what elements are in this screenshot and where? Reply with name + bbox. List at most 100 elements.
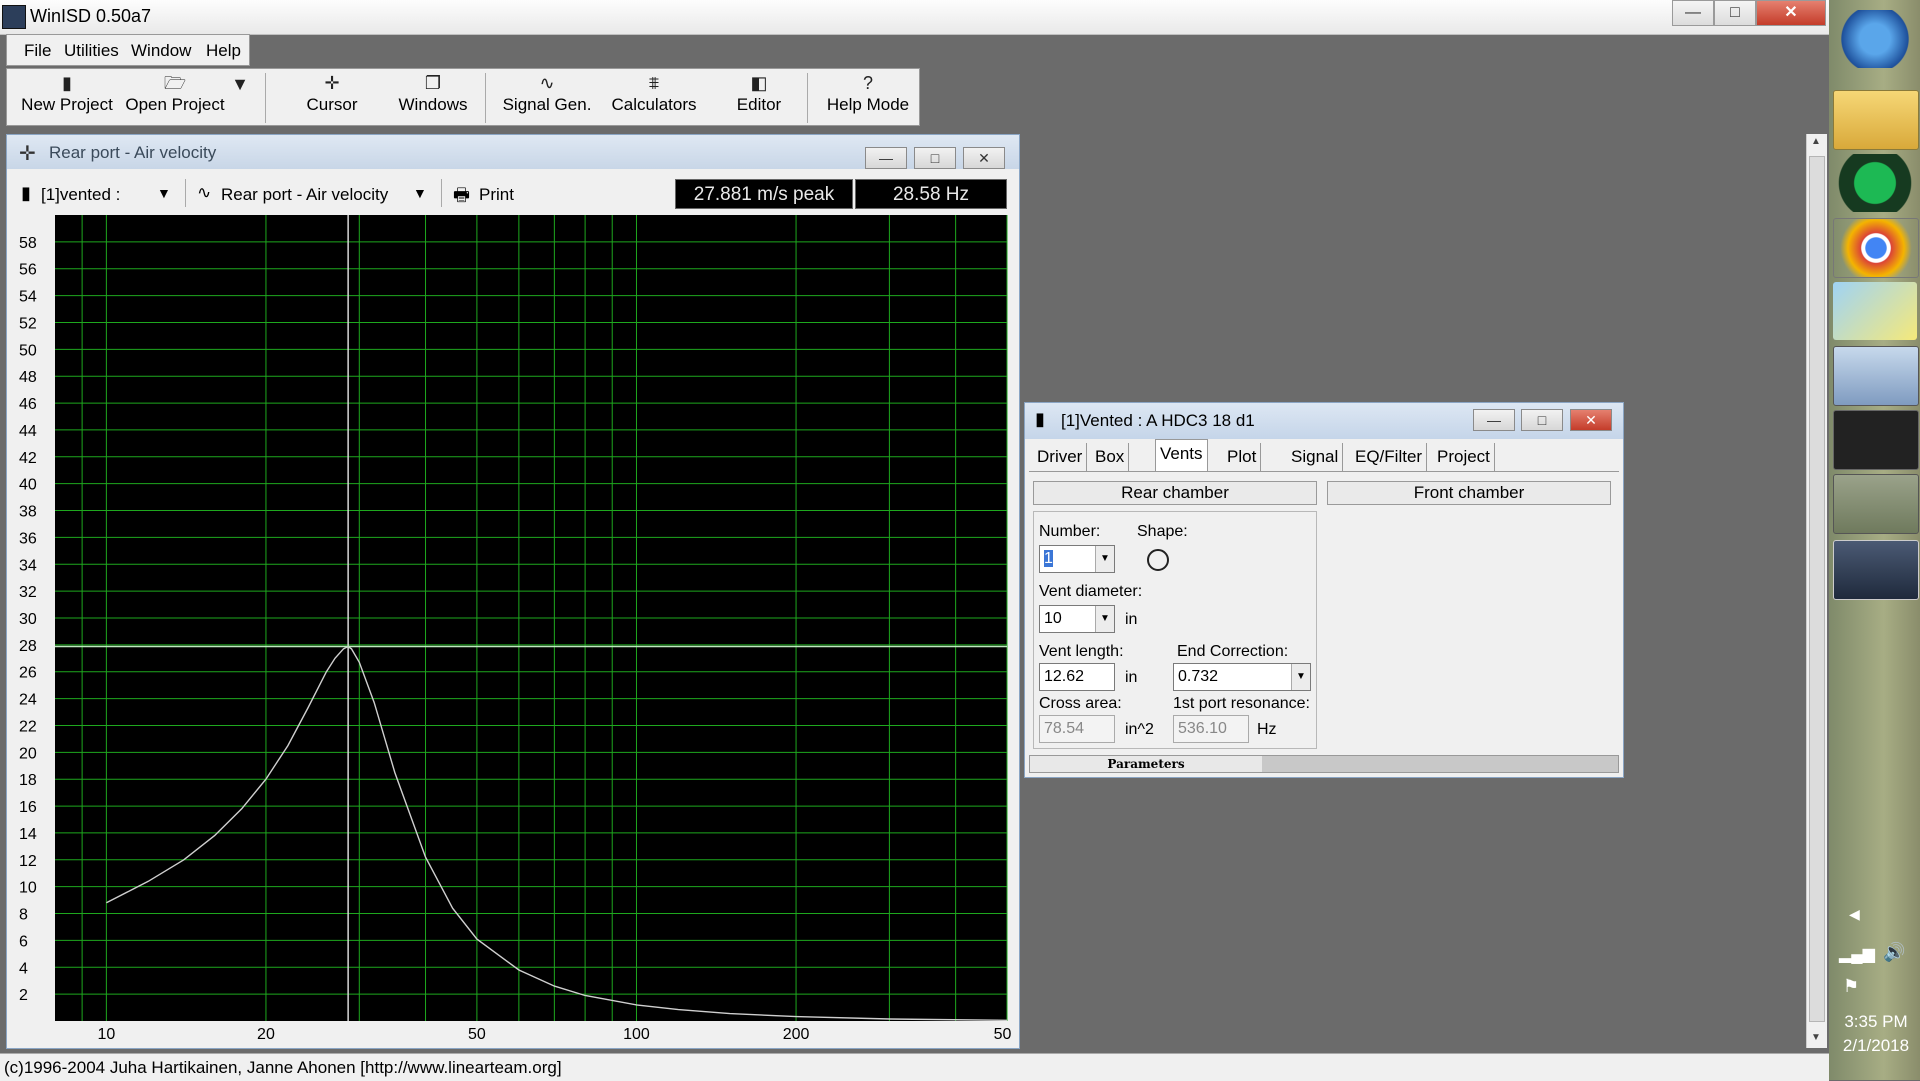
question-icon: ?	[862, 73, 873, 93]
mouse-icon[interactable]	[1833, 474, 1919, 534]
workspace-vertical-scrollbar[interactable]: ▲ ▼	[1806, 134, 1827, 1048]
scroll-up-arrow-icon[interactable]: ▲	[1811, 136, 1821, 147]
vent-length-label: Vent length:	[1039, 643, 1124, 660]
open-project-dropdown[interactable]: ▼	[229, 69, 251, 125]
tab-driver[interactable]: Driver	[1033, 443, 1088, 471]
rear-chamber-header[interactable]: Rear chamber	[1033, 481, 1317, 505]
close-button[interactable]: ✕	[1756, 0, 1826, 26]
vent-diameter-label: Vent diameter:	[1039, 583, 1143, 600]
graph-type-value: Rear port - Air velocity	[221, 185, 389, 204]
number-select[interactable]: 1 ▼	[1039, 545, 1115, 573]
tab-eq-filter[interactable]: EQ/Filter	[1351, 443, 1428, 471]
end-correction-label: End Correction:	[1177, 643, 1289, 660]
y-tick-label: 12	[19, 853, 37, 870]
show-hidden-icons-icon[interactable]: ◀	[1849, 906, 1860, 923]
sticky-notes-icon[interactable]	[1833, 282, 1917, 340]
number-label: Number:	[1039, 523, 1101, 540]
tab-vents[interactable]: Vents	[1155, 439, 1208, 472]
front-chamber-header[interactable]: Front chamber	[1327, 481, 1611, 505]
audio-waveform-icon[interactable]	[1833, 410, 1919, 470]
minimize-button[interactable]: —	[1672, 0, 1714, 26]
menu-help[interactable]: Help	[206, 41, 241, 61]
cross-area-field: 78.54	[1039, 715, 1115, 743]
x-tick-label: 200	[783, 1026, 810, 1041]
cursor-button[interactable]: ✛ Cursor	[297, 69, 367, 125]
tab-plot[interactable]: Plot	[1223, 443, 1262, 471]
calculators-button[interactable]: ⩨ Calculators	[607, 69, 701, 125]
new-project-button[interactable]: ▮ New Project	[21, 69, 113, 125]
chevron-down-icon: ▼	[157, 185, 171, 201]
circle-shape-icon[interactable]	[1147, 549, 1169, 571]
scrollbar-thumb[interactable]	[1809, 156, 1825, 1022]
graph-maximize-button[interactable]: □	[914, 147, 956, 169]
y-tick-label: 20	[19, 745, 37, 762]
vent-length-input[interactable]: 12.62	[1039, 663, 1115, 691]
menu-window[interactable]: Window	[131, 41, 191, 61]
print-button[interactable]: 🖶 Print	[453, 179, 533, 207]
y-tick-label: 22	[19, 718, 37, 735]
tab-box[interactable]: Box	[1091, 443, 1130, 471]
vent-maximize-button[interactable]: □	[1521, 409, 1563, 431]
project-icon: ▮	[21, 183, 31, 203]
vent-window-title: [1]Vented : A HDC3 18 d1	[1061, 411, 1255, 430]
clock-time: 3:35 PM	[1844, 1012, 1908, 1031]
shape-label: Shape:	[1137, 523, 1188, 540]
folder-open-icon: 🗁	[163, 73, 187, 93]
spotify-icon[interactable]	[1833, 154, 1917, 212]
volume-icon[interactable]: 🔊	[1883, 942, 1905, 963]
chevron-down-icon[interactable]: ▼	[1095, 546, 1114, 572]
winisd-taskbar-icon[interactable]	[1833, 540, 1919, 600]
y-tick-label: 2	[19, 987, 28, 1004]
start-orb-icon[interactable]	[1833, 10, 1917, 68]
calculator-icon: ⩨	[648, 73, 660, 93]
y-tick-label: 40	[19, 477, 37, 494]
x-tick-label: 100	[623, 1026, 650, 1041]
y-tick-label: 42	[19, 450, 37, 467]
file-explorer-icon[interactable]	[1833, 90, 1919, 150]
air-velocity-chart[interactable]: 2468101214161820222426283032343638404244…	[15, 213, 1011, 1041]
end-correction-select[interactable]: 0.732 ▼	[1173, 663, 1311, 691]
network-signal-icon[interactable]: ▂▄▆	[1839, 944, 1875, 964]
port-resonance-label: 1st port resonance:	[1173, 695, 1310, 712]
vent-close-button[interactable]: ✕	[1570, 409, 1612, 431]
windows-button[interactable]: ❐ Windows	[395, 69, 471, 125]
chevron-down-icon[interactable]: ▼	[1291, 664, 1310, 690]
x-tick-label: 10	[97, 1026, 115, 1041]
new-project-icon: ▮	[62, 73, 72, 93]
menu-utilities[interactable]: Utilities	[64, 41, 119, 61]
editor-icon: ◧	[750, 73, 768, 93]
project-select[interactable]: ▮ [1]vented : ▼	[21, 179, 181, 207]
system-clock[interactable]: 3:35 PM 2/1/2018	[1836, 1012, 1916, 1056]
tab-parameters[interactable]: Parameters	[1030, 756, 1262, 772]
menu-file[interactable]: File	[24, 41, 51, 61]
open-project-button[interactable]: 🗁 Open Project	[123, 69, 227, 125]
editor-button[interactable]: ◧ Editor	[729, 69, 789, 125]
maximize-button[interactable]: □	[1714, 0, 1756, 26]
calculator-icon[interactable]	[1833, 346, 1919, 406]
graph-minimize-button[interactable]: —	[865, 147, 907, 169]
graph-window: ✛ Rear port - Air velocity — □ ✕ ▮ [1]ve…	[6, 134, 1020, 1049]
graph-window-title-bar: ✛ Rear port - Air velocity — □ ✕	[7, 135, 1019, 169]
help-mode-button[interactable]: ? Help Mode	[825, 69, 911, 125]
vent-minimize-button[interactable]: —	[1473, 409, 1515, 431]
graph-type-select[interactable]: ∿ Rear port - Air velocity ▼	[197, 179, 433, 207]
y-tick-label: 54	[19, 289, 37, 306]
chrome-icon[interactable]	[1833, 218, 1919, 278]
chevron-down-icon[interactable]: ▼	[1095, 606, 1114, 632]
action-center-flag-icon[interactable]: ⚑	[1843, 976, 1859, 997]
graph-close-button[interactable]: ✕	[963, 147, 1005, 169]
x-tick-label: 50	[468, 1026, 486, 1041]
main-toolbar: ▮ New Project 🗁 Open Project ▼ ✛ Cursor …	[6, 68, 920, 126]
vent-diameter-select[interactable]: 10 ▼	[1039, 605, 1115, 633]
app-title-bar: WinISD 0.50a7 — □ ✕	[0, 0, 1829, 35]
y-tick-label: 34	[19, 557, 37, 574]
tab-signal[interactable]: Signal	[1287, 443, 1344, 471]
winisd-app-icon[interactable]	[2, 5, 26, 29]
scroll-down-arrow-icon[interactable]: ▼	[1811, 1032, 1821, 1043]
tab-project[interactable]: Project	[1433, 443, 1495, 471]
app-title: WinISD 0.50a7	[30, 6, 152, 26]
cursor-icon: ✛	[324, 73, 340, 93]
y-tick-label: 32	[19, 584, 37, 601]
signal-gen-button[interactable]: ∿ Signal Gen.	[501, 69, 593, 125]
y-tick-label: 14	[19, 826, 37, 843]
